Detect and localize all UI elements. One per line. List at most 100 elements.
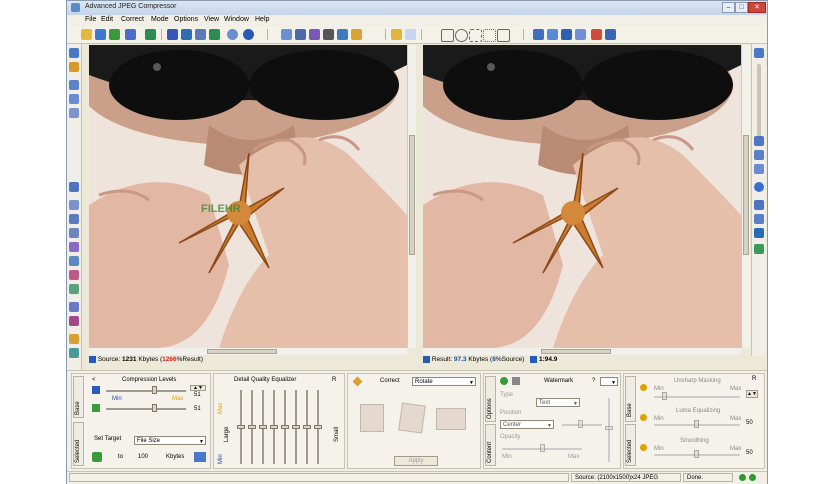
compression-top-knob[interactable] [152,386,157,394]
batch-icon[interactable] [145,29,156,40]
correct-mode-select[interactable]: Rotate ▼ [412,377,476,386]
save-icon[interactable] [95,29,106,40]
rotate-icon[interactable] [309,29,320,40]
tab-adjust-base[interactable]: Base [625,376,636,422]
refresh-icon[interactable] [109,29,120,40]
sync-icon[interactable] [754,228,764,238]
tab-watermark-options[interactable]: Options [485,376,496,422]
type-select[interactable]: Text ▼ [536,398,580,407]
result-horizontal-scrollbar[interactable] [423,348,741,355]
select-tool-icon[interactable] [69,48,79,58]
hue-tool-icon[interactable] [69,284,79,294]
histogram-tool-icon[interactable] [69,242,79,252]
eq-band-knob[interactable] [248,425,256,429]
help-icon[interactable] [243,29,254,40]
tab-watermark-content[interactable]: Content [485,424,496,466]
preview-icon[interactable] [281,29,292,40]
target-options-icon[interactable] [194,452,206,462]
fill-tool-icon[interactable] [69,348,79,358]
target-value[interactable]: 100 [138,454,148,460]
result-image-panel[interactable] [423,45,741,348]
fit-icon[interactable] [591,29,602,40]
menu-file[interactable]: File [85,16,96,23]
compression-bottom-knob[interactable] [152,404,157,412]
split-icon[interactable] [547,29,558,40]
eq-band-knob[interactable] [270,425,278,429]
contrast-tool-icon[interactable] [69,270,79,280]
info-icon[interactable] [209,29,220,40]
eye-icon[interactable] [323,29,334,40]
minimize-button[interactable]: – [722,2,735,13]
square-select-icon[interactable] [497,29,510,42]
opacity-knob[interactable] [540,444,545,452]
actual-size-icon[interactable] [754,164,764,174]
color-tool-icon[interactable] [69,214,79,224]
unsharp-knob[interactable] [662,392,667,400]
eq-band-knob[interactable] [259,425,267,429]
eq-band-knob[interactable] [292,425,300,429]
export-icon[interactable] [167,29,178,40]
rotate-none-thumb[interactable] [398,402,426,434]
menu-mode[interactable]: Mode [151,16,169,23]
magic-icon[interactable] [483,29,496,42]
zoom-out-icon[interactable] [754,136,764,146]
tab-base[interactable]: Base [73,376,84,418]
rotate-right-thumb[interactable] [436,408,466,430]
apply-target-icon[interactable] [92,452,102,462]
tab-selected[interactable]: Selected [73,422,84,466]
menu-correct[interactable]: Correct [121,16,144,23]
rotate-tool-icon[interactable] [69,94,79,104]
maximize-button[interactable]: □ [735,2,748,13]
window-icon[interactable] [575,29,586,40]
source-image-panel[interactable]: FILEHR [89,45,407,348]
eq-band-knob[interactable] [281,425,289,429]
curves-tool-icon[interactable] [69,228,79,238]
result-vertical-scrollbar[interactable] [741,45,750,348]
layout-icon[interactable] [533,29,544,40]
resize-icon[interactable] [351,29,362,40]
unsharp-spin[interactable]: ▲▼ [746,390,758,398]
rect-select-icon[interactable] [441,29,454,42]
compression-top-spin[interactable]: ▲▼ [190,385,206,391]
tile-icon[interactable] [561,29,572,40]
luma-value[interactable]: 50 [746,420,753,426]
target-mode-select[interactable]: File Size ▼ [134,436,206,445]
zoom-in-icon[interactable] [754,48,764,58]
refresh-view-icon[interactable] [754,244,764,254]
compression-top-track[interactable] [106,390,186,392]
menu-window[interactable]: Window [224,16,249,23]
rotate-left-thumb[interactable] [360,404,384,432]
menu-edit[interactable]: Edit [101,16,113,23]
brightness-tool-icon[interactable] [69,256,79,266]
crop-icon[interactable] [295,29,306,40]
ellipse-select-icon[interactable] [455,29,468,42]
watermark-size-knob[interactable] [578,420,583,428]
source-vscroll-thumb[interactable] [409,135,415,255]
brush-tool-icon[interactable] [69,334,79,344]
smoothing-knob[interactable] [694,450,699,458]
fullscreen-icon[interactable] [605,29,616,40]
result-vscroll-thumb[interactable] [743,135,749,255]
watermark-vertical-knob[interactable] [605,426,613,430]
watermark-image-icon[interactable] [512,377,520,385]
flip-tool-icon[interactable] [69,108,79,118]
pen-tool-icon[interactable] [69,62,79,72]
luma-knob[interactable] [694,420,699,428]
levels-tool-icon[interactable] [69,182,79,192]
source-vertical-scrollbar[interactable] [407,45,416,348]
navigator-icon[interactable] [754,182,764,192]
blend-tool-icon[interactable] [69,316,79,326]
fit-window-icon[interactable] [754,150,764,160]
position-select[interactable]: Center ▼ [500,420,554,429]
source-horizontal-scrollbar[interactable] [89,348,407,355]
menu-view[interactable]: View [204,16,219,23]
about-icon[interactable] [227,29,238,40]
crop-tool-icon[interactable] [69,80,79,90]
select-icon[interactable] [405,29,416,40]
smoothing-value[interactable]: 50 [746,450,753,456]
open-icon[interactable] [81,29,92,40]
adjust-tool-icon[interactable] [69,200,79,210]
result-hscroll-thumb[interactable] [541,349,611,354]
save-web-icon[interactable] [181,29,192,40]
menu-options[interactable]: Options [174,16,198,23]
